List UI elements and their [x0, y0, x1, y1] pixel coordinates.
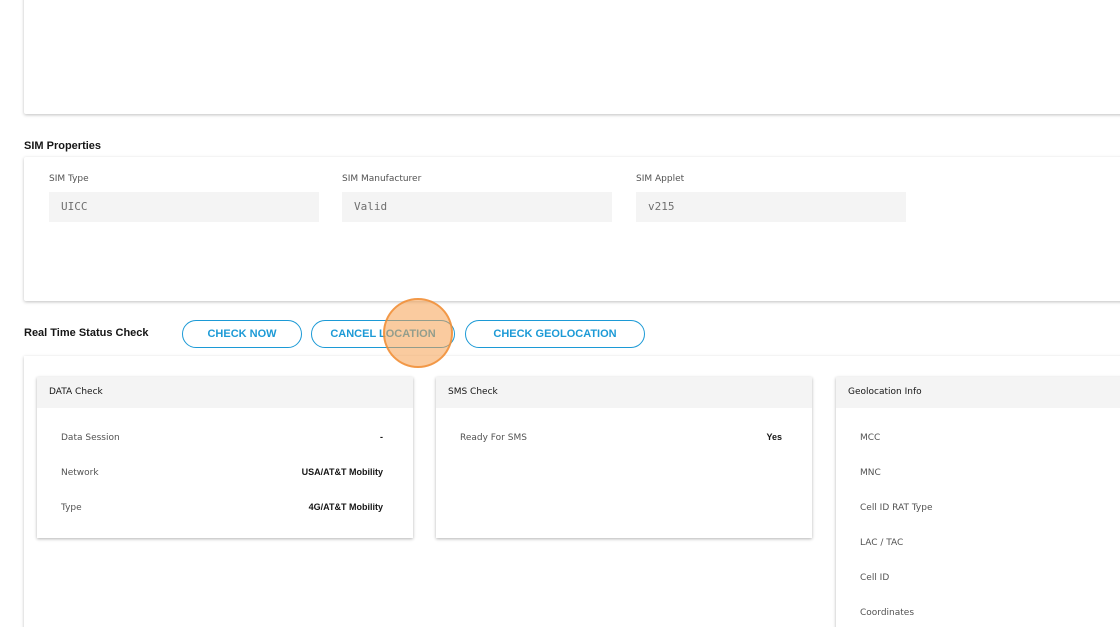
data-session-value: -	[380, 432, 383, 442]
coordinates-label: Coordinates	[860, 608, 915, 618]
cell-id-rat-type-label: Cell ID RAT Type	[860, 503, 933, 513]
network-value: USA/AT&T Mobility	[301, 467, 383, 477]
geolocation-info-header: Geolocation Info	[836, 377, 1120, 408]
mcc-label: MCC	[860, 433, 881, 443]
ready-for-sms-label: Ready For SMS	[460, 433, 527, 443]
data-session-label: Data Session	[61, 433, 120, 443]
type-row: Type 4G/AT&T Mobility	[37, 489, 413, 524]
sim-manufacturer-label: SIM Manufacturer	[342, 174, 422, 184]
sim-properties-title: SIM Properties	[24, 140, 102, 152]
lac-tac-label: LAC / TAC	[860, 538, 904, 548]
mnc-row: MNC	[836, 454, 1120, 489]
cell-id-row: Cell ID	[836, 559, 1120, 594]
sms-check-card: SMS Check Ready For SMS Yes	[436, 377, 812, 538]
sim-type-label: SIM Type	[49, 174, 89, 184]
type-value: 4G/AT&T Mobility	[308, 502, 383, 512]
cell-id-label: Cell ID	[860, 573, 890, 583]
sim-type-field: SIM Type UICC	[49, 174, 319, 222]
sim-manufacturer-field: SIM Manufacturer Valid	[342, 174, 612, 222]
sim-applet-input[interactable]: v215	[636, 192, 906, 222]
sim-manufacturer-input[interactable]: Valid	[342, 192, 612, 222]
check-geolocation-button[interactable]: CHECK GEOLOCATION	[465, 320, 645, 348]
mcc-row: MCC	[836, 419, 1120, 454]
empty-card	[24, 0, 1120, 114]
data-check-card: DATA Check Data Session - Network USA/AT…	[37, 377, 413, 538]
ready-for-sms-value: Yes	[766, 432, 782, 442]
check-now-button[interactable]: CHECK NOW	[182, 320, 302, 348]
page: SIM Properties SIM Type UICC SIM Manufac…	[0, 0, 1120, 627]
cancel-location-button[interactable]: CANCEL LOCATION	[311, 320, 455, 348]
realtime-status-title: Real Time Status Check	[24, 327, 149, 339]
sim-applet-label: SIM Applet	[636, 174, 685, 184]
type-label: Type	[61, 503, 82, 513]
network-label: Network	[61, 468, 99, 478]
data-check-header: DATA Check	[37, 377, 413, 408]
sim-properties-card: SIM Type UICC SIM Manufacturer Valid SIM…	[24, 157, 1120, 301]
cell-id-rat-type-row: Cell ID RAT Type	[836, 489, 1120, 524]
mnc-label: MNC	[860, 468, 881, 478]
geolocation-info-card: Geolocation Info MCC MNC Cell ID RAT Typ…	[836, 377, 1120, 627]
lac-tac-row: LAC / TAC	[836, 524, 1120, 559]
sms-check-header: SMS Check	[436, 377, 812, 408]
data-session-row: Data Session -	[37, 419, 413, 454]
coordinates-row: Coordinates	[836, 594, 1120, 627]
sim-type-input[interactable]: UICC	[49, 192, 319, 222]
network-row: Network USA/AT&T Mobility	[37, 454, 413, 489]
ready-for-sms-row: Ready For SMS Yes	[436, 419, 812, 454]
sim-applet-field: SIM Applet v215	[636, 174, 906, 222]
